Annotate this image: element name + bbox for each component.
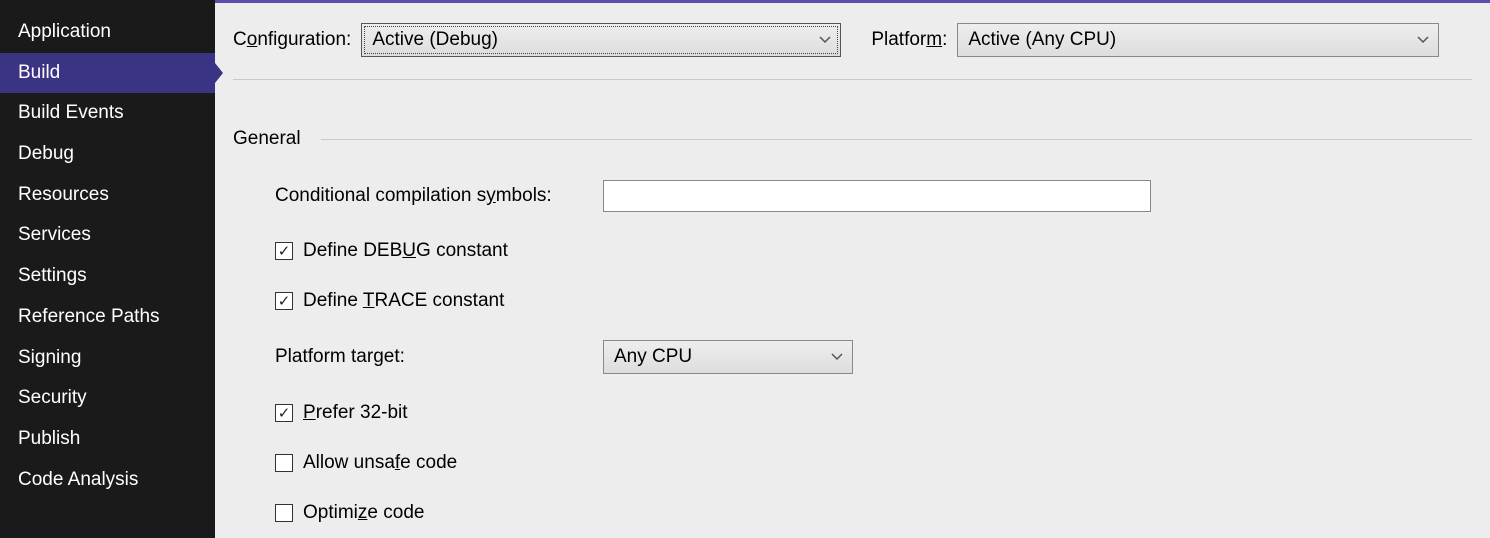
define-trace-label: Define TRACE constant	[303, 290, 504, 312]
prefer-32bit-checkbox[interactable]	[275, 404, 293, 422]
sidebar-item-label: Settings	[18, 265, 87, 286]
platform-dropdown[interactable]: Active (Any CPU)	[957, 23, 1439, 57]
sidebar-item-services[interactable]: Services	[0, 215, 215, 256]
general-form: Conditional compilation symbols: Define …	[233, 180, 1472, 524]
prefer-32bit-label: Prefer 32-bit	[303, 402, 408, 424]
sidebar-item-build[interactable]: Build	[0, 53, 215, 94]
platform-value: Active (Any CPU)	[968, 29, 1116, 51]
platform-target-dropdown[interactable]: Any CPU	[603, 340, 853, 374]
define-trace-row[interactable]: Define TRACE constant	[275, 290, 1472, 312]
define-debug-row[interactable]: Define DEBUG constant	[275, 240, 1472, 262]
config-platform-row: Configuration: Active (Debug) Platform: …	[233, 23, 1472, 80]
allow-unsafe-row[interactable]: Allow unsafe code	[275, 452, 1472, 474]
sidebar-item-label: Build	[18, 62, 60, 83]
section-header-general: General	[233, 128, 1472, 150]
sidebar-item-label: Publish	[18, 428, 80, 449]
prefer-32bit-row[interactable]: Prefer 32-bit	[275, 402, 1472, 424]
sidebar-item-label: Application	[18, 21, 111, 42]
sidebar-item-label: Debug	[18, 143, 74, 164]
sidebar-item-resources[interactable]: Resources	[0, 175, 215, 216]
configuration-dropdown[interactable]: Active (Debug)	[361, 23, 841, 57]
main-panel: Configuration: Active (Debug) Platform: …	[215, 0, 1490, 538]
sidebar-item-reference-paths[interactable]: Reference Paths	[0, 297, 215, 338]
platform-target-value: Any CPU	[614, 346, 692, 368]
sidebar-item-security[interactable]: Security	[0, 378, 215, 419]
allow-unsafe-label: Allow unsafe code	[303, 452, 457, 474]
optimize-code-label: Optimize code	[303, 502, 424, 524]
sidebar-item-publish[interactable]: Publish	[0, 419, 215, 460]
allow-unsafe-checkbox[interactable]	[275, 454, 293, 472]
divider	[321, 139, 1472, 140]
sidebar-item-label: Code Analysis	[18, 469, 138, 490]
sidebar-item-debug[interactable]: Debug	[0, 134, 215, 175]
sidebar-item-label: Security	[18, 387, 87, 408]
sidebar-item-label: Build Events	[18, 102, 124, 123]
define-debug-label: Define DEBUG constant	[303, 240, 508, 262]
sidebar-item-label: Signing	[18, 347, 81, 368]
chevron-down-icon	[830, 350, 844, 364]
conditional-symbols-row: Conditional compilation symbols:	[275, 180, 1472, 212]
chevron-down-icon	[818, 33, 832, 47]
sidebar-item-label: Resources	[18, 184, 109, 205]
optimize-code-checkbox[interactable]	[275, 504, 293, 522]
platform-target-label: Platform target:	[275, 346, 603, 368]
define-debug-checkbox[interactable]	[275, 242, 293, 260]
sidebar-item-code-analysis[interactable]: Code Analysis	[0, 460, 215, 501]
sidebar-item-settings[interactable]: Settings	[0, 256, 215, 297]
sidebar-item-build-events[interactable]: Build Events	[0, 93, 215, 134]
sidebar: Application Build Build Events Debug Res…	[0, 0, 215, 538]
section-title: General	[233, 128, 301, 150]
sidebar-item-label: Services	[18, 224, 91, 245]
platform-label: Platform:	[871, 29, 947, 51]
platform-target-row: Platform target: Any CPU	[275, 340, 1472, 374]
chevron-down-icon	[1416, 33, 1430, 47]
configuration-label: Configuration:	[233, 29, 351, 51]
configuration-value: Active (Debug)	[372, 29, 498, 51]
sidebar-item-signing[interactable]: Signing	[0, 338, 215, 379]
conditional-symbols-label: Conditional compilation symbols:	[275, 185, 603, 207]
sidebar-item-label: Reference Paths	[18, 306, 160, 327]
sidebar-item-application[interactable]: Application	[0, 12, 215, 53]
define-trace-checkbox[interactable]	[275, 292, 293, 310]
conditional-symbols-input[interactable]	[603, 180, 1151, 212]
optimize-code-row[interactable]: Optimize code	[275, 502, 1472, 524]
